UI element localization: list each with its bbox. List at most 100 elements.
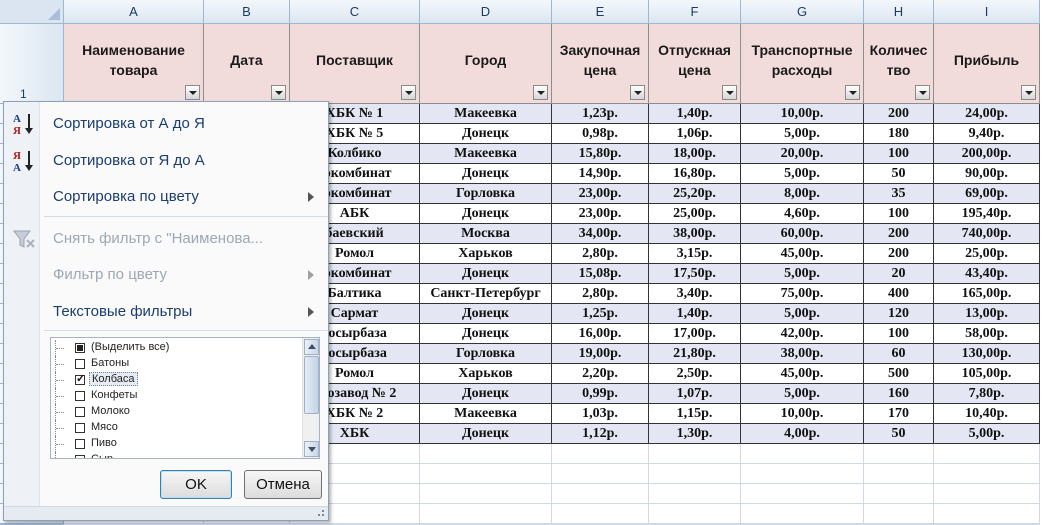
table-cell[interactable]: 16,00р. <box>552 324 649 344</box>
column-header-g[interactable]: G <box>741 0 864 24</box>
filter-dropdown-icon[interactable] <box>533 85 548 100</box>
table-cell[interactable]: 1,25р. <box>552 304 649 324</box>
table-cell[interactable]: 120 <box>864 304 934 324</box>
filter-dropdown-icon[interactable] <box>271 85 286 100</box>
table-cell[interactable]: Горловка <box>420 344 552 364</box>
select-all-corner[interactable] <box>0 0 64 24</box>
empty-cell[interactable] <box>934 504 1040 524</box>
filter-dropdown-icon[interactable] <box>845 85 860 100</box>
table-cell[interactable]: 2,80р. <box>552 284 649 304</box>
filter-value-list[interactable]: (Выделить все) Батоны Колбаса Конфеты Молоко… <box>50 337 320 459</box>
table-cell[interactable]: Донецк <box>420 384 552 404</box>
table-cell[interactable]: 165,00р. <box>934 284 1040 304</box>
table-cell[interactable]: Макеевка <box>420 104 552 124</box>
table-cell[interactable]: 45,00р. <box>741 364 864 384</box>
table-cell[interactable]: Санкт-Петербург <box>420 284 552 304</box>
table-cell[interactable]: 34,00р. <box>552 224 649 244</box>
filter-dropdown-icon[interactable] <box>185 85 200 100</box>
column-header-h[interactable]: H <box>864 0 934 24</box>
table-cell[interactable]: 5,00р. <box>741 164 864 184</box>
table-cell[interactable]: 170 <box>864 404 934 424</box>
scroll-down-icon[interactable] <box>304 441 319 457</box>
empty-cell[interactable] <box>649 504 741 524</box>
table-cell[interactable]: 130,00р. <box>934 344 1040 364</box>
table-cell[interactable]: 200 <box>864 224 934 244</box>
table-cell[interactable]: 160 <box>864 384 934 404</box>
table-cell[interactable]: 90,00р. <box>934 164 1040 184</box>
table-cell[interactable]: 25,00р. <box>649 204 741 224</box>
table-cell[interactable]: Москва <box>420 224 552 244</box>
filter-dropdown-icon[interactable] <box>401 85 416 100</box>
menu-sort-by-color[interactable]: Сортировка по цвету <box>4 179 328 215</box>
table-cell[interactable]: 180 <box>864 124 934 144</box>
scroll-up-icon[interactable] <box>304 339 319 355</box>
ok-button[interactable]: OK <box>160 470 232 499</box>
empty-cell[interactable] <box>864 484 934 504</box>
column-header-b[interactable]: B <box>204 0 290 24</box>
empty-cell[interactable] <box>420 444 552 464</box>
table-cell[interactable]: 4,60р. <box>741 204 864 224</box>
checkbox[interactable] <box>75 359 85 369</box>
table-cell[interactable]: 1,06р. <box>649 124 741 144</box>
table-cell[interactable]: 5,00р. <box>934 424 1040 444</box>
table-cell[interactable]: 15,80р. <box>552 144 649 164</box>
column-header-f[interactable]: F <box>649 0 741 24</box>
table-cell[interactable]: 1,40р. <box>649 104 741 124</box>
table-cell[interactable]: 10,00р. <box>741 404 864 424</box>
checkbox[interactable] <box>75 372 85 385</box>
table-cell[interactable]: 100 <box>864 324 934 344</box>
table-cell[interactable]: 2,20р. <box>552 364 649 384</box>
table-cell[interactable]: 1,23р. <box>552 104 649 124</box>
empty-cell[interactable] <box>934 464 1040 484</box>
checkbox[interactable] <box>75 343 85 353</box>
table-cell[interactable]: 43,40р. <box>934 264 1040 284</box>
table-cell[interactable]: 2,80р. <box>552 244 649 264</box>
table-cell[interactable]: 38,00р. <box>649 224 741 244</box>
table-cell[interactable]: 3,15р. <box>649 244 741 264</box>
table-cell[interactable]: 15,08р. <box>552 264 649 284</box>
checkbox[interactable] <box>75 407 85 417</box>
table-cell[interactable]: 14,90р. <box>552 164 649 184</box>
table-cell[interactable]: 1,03р. <box>552 404 649 424</box>
column-header-i[interactable]: I <box>934 0 1040 24</box>
table-cell[interactable]: 1,15р. <box>649 404 741 424</box>
table-cell[interactable]: 200 <box>864 104 934 124</box>
table-cell[interactable]: 1,40р. <box>649 304 741 324</box>
menu-text-filters[interactable]: Текстовые фильтры <box>4 294 328 330</box>
empty-cell[interactable] <box>552 504 649 524</box>
filter-dropdown-icon[interactable] <box>1021 85 1036 100</box>
empty-cell[interactable] <box>649 444 741 464</box>
table-cell[interactable]: 16,80р. <box>649 164 741 184</box>
table-cell[interactable]: 2,50р. <box>649 364 741 384</box>
filter-dropdown-icon[interactable] <box>915 85 930 100</box>
value-list-scrollbar[interactable] <box>302 338 319 458</box>
table-cell[interactable]: 19,00р. <box>552 344 649 364</box>
empty-cell[interactable] <box>741 504 864 524</box>
empty-cell[interactable] <box>934 484 1040 504</box>
table-cell[interactable]: 1,12р. <box>552 424 649 444</box>
table-cell[interactable]: 9,40р. <box>934 124 1040 144</box>
column-header-d[interactable]: D <box>420 0 552 24</box>
empty-cell[interactable] <box>420 504 552 524</box>
empty-cell[interactable] <box>864 464 934 484</box>
menu-clear-filter[interactable]: Снять фильтр с "Наименова... <box>4 221 328 257</box>
table-cell[interactable]: 1,30р. <box>649 424 741 444</box>
column-header-e[interactable]: E <box>552 0 649 24</box>
table-cell[interactable]: 100 <box>864 144 934 164</box>
resize-grip-icon[interactable] <box>314 506 326 518</box>
table-cell[interactable]: Донецк <box>420 124 552 144</box>
table-cell[interactable]: 17,50р. <box>649 264 741 284</box>
table-cell[interactable]: 1,07р. <box>649 384 741 404</box>
table-cell[interactable]: Горловка <box>420 184 552 204</box>
table-cell[interactable]: 50 <box>864 164 934 184</box>
table-cell[interactable]: Макеевка <box>420 404 552 424</box>
table-cell[interactable]: 42,00р. <box>741 324 864 344</box>
table-cell[interactable]: 45,00р. <box>741 244 864 264</box>
table-cell[interactable]: Харьков <box>420 244 552 264</box>
table-cell[interactable]: 69,00р. <box>934 184 1040 204</box>
table-cell[interactable]: Донецк <box>420 304 552 324</box>
menu-sort-z-a[interactable]: Я А Сортировка от Я до А <box>4 143 328 179</box>
scroll-thumb[interactable] <box>304 356 319 414</box>
empty-cell[interactable] <box>552 484 649 504</box>
table-cell[interactable]: 105,00р. <box>934 364 1040 384</box>
